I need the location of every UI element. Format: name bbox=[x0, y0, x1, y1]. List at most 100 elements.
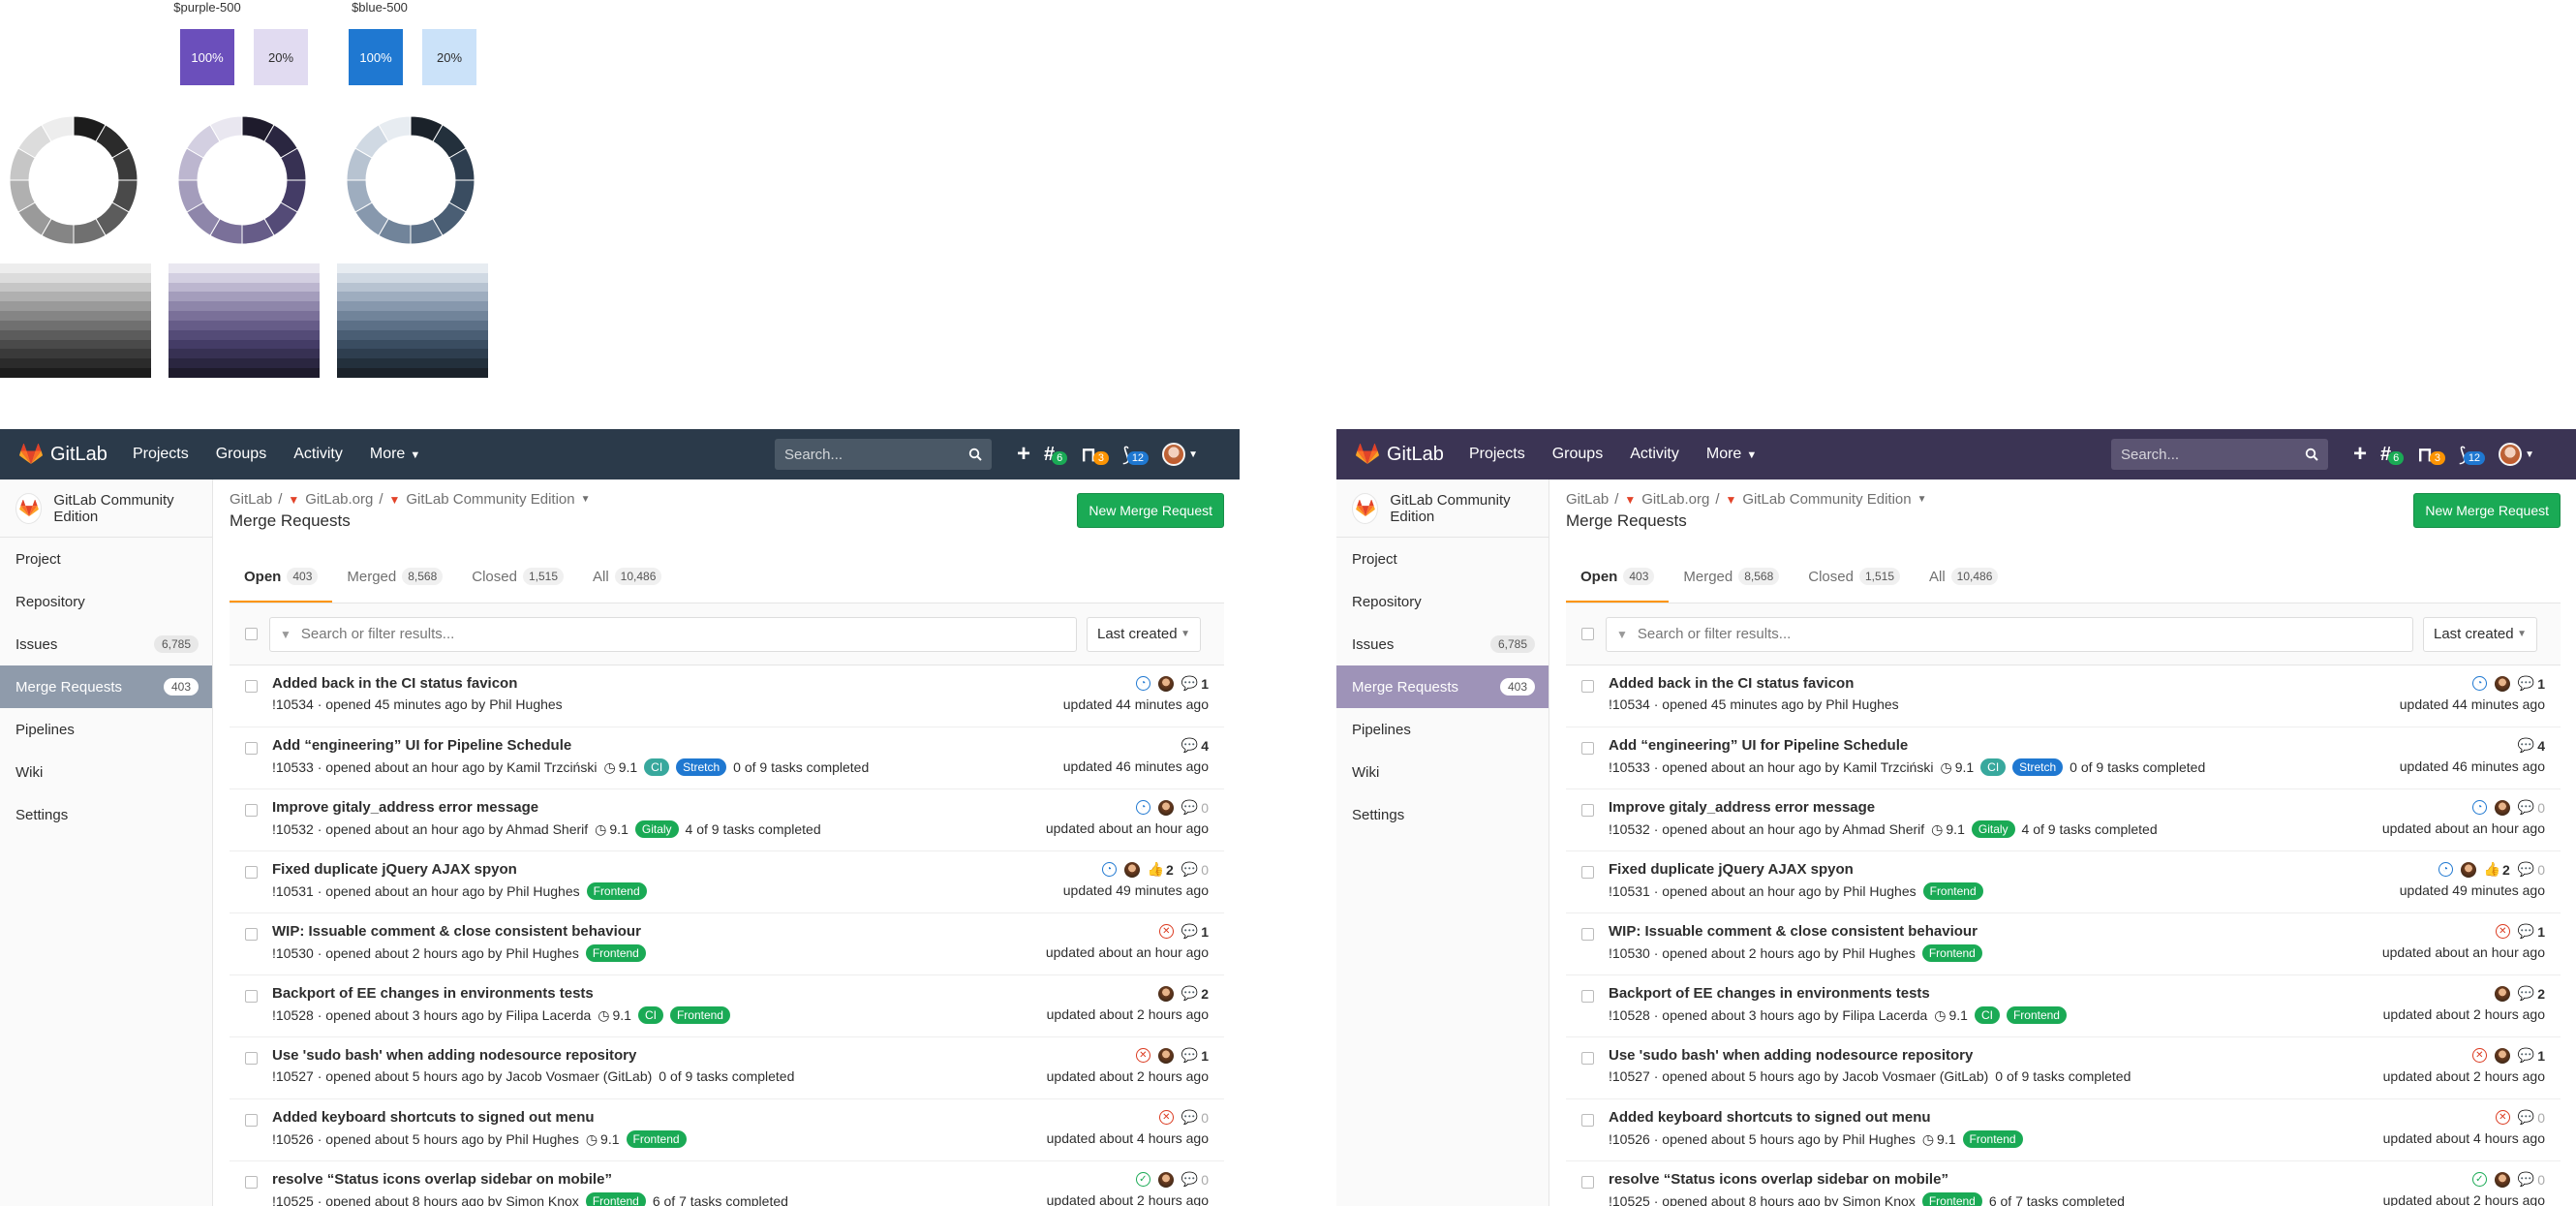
merge-request-title[interactable]: Improve gitaly_address error message bbox=[272, 799, 538, 816]
row-checkbox[interactable] bbox=[245, 742, 258, 755]
merge-request-title[interactable]: Added keyboard shortcuts to signed out m… bbox=[1609, 1109, 1931, 1126]
row-checkbox[interactable] bbox=[245, 1052, 258, 1065]
milestone[interactable]: ◷ 9.1 bbox=[603, 759, 637, 776]
merge-request-author[interactable]: Phil Hughes bbox=[506, 1131, 579, 1147]
row-checkbox[interactable] bbox=[245, 1114, 258, 1127]
merge-request-author[interactable]: Jacob Vosmaer (GitLab) bbox=[506, 1068, 652, 1084]
assignee-avatar[interactable] bbox=[1157, 985, 1174, 1002]
sidebar-item-issues[interactable]: Issues 6,785 bbox=[1336, 623, 1549, 665]
merge-request-row[interactable]: Backport of EE changes in environments t… bbox=[230, 975, 1224, 1037]
breadcrumb-group[interactable]: GitLab.org bbox=[1641, 491, 1709, 508]
label-badge[interactable]: Frontend bbox=[585, 944, 646, 962]
comments[interactable]: 💬 0 bbox=[1181, 1171, 1209, 1188]
sidebar-project-header[interactable]: GitLab Community Edition bbox=[0, 479, 212, 538]
tab-merged[interactable]: Merged 8,568 bbox=[332, 568, 457, 603]
merge-request-row[interactable]: Use 'sudo bash' when adding nodesource r… bbox=[1566, 1037, 2561, 1099]
comments[interactable]: 💬 0 bbox=[2518, 1171, 2545, 1188]
sidebar-item-merge-requests[interactable]: Merge Requests 403 bbox=[1336, 665, 1549, 708]
merge-request-author[interactable]: Phil Hughes bbox=[1843, 883, 1917, 899]
merge-request-author[interactable]: Phil Hughes bbox=[506, 883, 580, 899]
sidebar-item-settings[interactable]: Settings bbox=[1336, 793, 1549, 836]
merge-request-row[interactable]: Improve gitaly_address error message !105… bbox=[230, 789, 1224, 851]
merge-request-title[interactable]: Added keyboard shortcuts to signed out m… bbox=[272, 1109, 595, 1126]
merge-request-row[interactable]: resolve “Status icons overlap sidebar on… bbox=[1566, 1161, 2561, 1206]
nav-activity[interactable]: Activity bbox=[293, 446, 343, 463]
comments[interactable]: 💬 0 bbox=[1181, 799, 1209, 816]
merge-request-author[interactable]: Ahmad Sherif bbox=[1842, 821, 1924, 837]
comments[interactable]: 💬 0 bbox=[1181, 1109, 1209, 1126]
row-checkbox[interactable] bbox=[245, 928, 258, 941]
new-merge-request-button[interactable]: New Merge Request bbox=[2413, 493, 2561, 528]
comments[interactable]: 💬 4 bbox=[2518, 737, 2545, 754]
nav-activity[interactable]: Activity bbox=[1630, 446, 1679, 463]
label-badge[interactable]: Stretch bbox=[2012, 758, 2064, 776]
comments[interactable]: 💬 0 bbox=[1181, 861, 1209, 878]
merge-request-author[interactable]: Phil Hughes bbox=[1842, 945, 1916, 961]
issues-link[interactable]: ⊓ 3 bbox=[2417, 443, 2445, 467]
merge-requests-link[interactable]: ⟆ 12 bbox=[1122, 443, 1150, 467]
sidebar-item-wiki[interactable]: Wiki bbox=[1336, 751, 1549, 793]
chevron-down-icon[interactable]: ▼ bbox=[581, 494, 591, 505]
assignee-avatar[interactable] bbox=[1157, 1047, 1174, 1064]
assignee-avatar[interactable] bbox=[2460, 861, 2476, 878]
row-checkbox[interactable] bbox=[1581, 1176, 1594, 1189]
label-badge[interactable]: CI bbox=[1974, 1006, 2000, 1024]
comments[interactable]: 💬 1 bbox=[1181, 675, 1209, 692]
nav-more[interactable]: More ▼ bbox=[370, 446, 420, 463]
merge-request-title[interactable]: Added back in the CI status favicon bbox=[1609, 675, 1854, 692]
pipeline-failed-icon[interactable]: ✕ bbox=[2471, 1048, 2487, 1063]
comments[interactable]: 💬 1 bbox=[1181, 923, 1209, 940]
plus-icon[interactable]: + bbox=[1017, 441, 1030, 468]
merge-request-author[interactable]: Filipa Lacerda bbox=[1842, 1007, 1927, 1023]
label-badge[interactable]: Frontend bbox=[2006, 1006, 2067, 1024]
pipeline-running-icon[interactable]: ◔ bbox=[2471, 800, 2487, 815]
label-badge[interactable]: CI bbox=[637, 1006, 663, 1024]
merge-request-title[interactable]: Add “engineering” UI for Pipeline Schedu… bbox=[1609, 737, 1908, 754]
milestone[interactable]: ◷ 9.1 bbox=[586, 1131, 620, 1148]
row-checkbox[interactable] bbox=[1581, 804, 1594, 817]
merge-request-title[interactable]: Add “engineering” UI for Pipeline Schedu… bbox=[272, 737, 571, 754]
row-checkbox[interactable] bbox=[1581, 866, 1594, 879]
sidebar-item-issues[interactable]: Issues 6,785 bbox=[0, 623, 212, 665]
sidebar-item-pipelines[interactable]: Pipelines bbox=[1336, 708, 1549, 751]
gitlab-logo[interactable]: GitLab bbox=[1356, 444, 1444, 466]
merge-request-row[interactable]: resolve “Status icons overlap sidebar on… bbox=[230, 1161, 1224, 1206]
merge-request-row[interactable]: WIP: Issuable comment & close consistent… bbox=[1566, 913, 2561, 975]
tab-all[interactable]: All 10,486 bbox=[1915, 568, 2012, 603]
pipeline-running-icon[interactable]: ◔ bbox=[1135, 676, 1150, 691]
milestone[interactable]: ◷ 9.1 bbox=[595, 821, 629, 838]
sidebar-item-project[interactable]: Project bbox=[1336, 538, 1549, 580]
new-merge-request-button[interactable]: New Merge Request bbox=[1077, 493, 1224, 528]
assignee-avatar[interactable] bbox=[1157, 675, 1174, 692]
sidebar-item-wiki[interactable]: Wiki bbox=[0, 751, 212, 793]
merge-request-title[interactable]: Backport of EE changes in environments t… bbox=[1609, 985, 1930, 1002]
merge-request-title[interactable]: resolve “Status icons overlap sidebar on… bbox=[272, 1171, 612, 1188]
merge-request-title[interactable]: Fixed duplicate jQuery AJAX spyon bbox=[1609, 861, 1854, 878]
search-input[interactable]: Search... bbox=[775, 439, 992, 470]
merge-request-row[interactable]: Added back in the CI status favicon !1053… bbox=[1566, 665, 2561, 727]
comments[interactable]: 💬 0 bbox=[2518, 861, 2545, 878]
row-checkbox[interactable] bbox=[1581, 928, 1594, 941]
row-checkbox[interactable] bbox=[1581, 742, 1594, 755]
merge-request-title[interactable]: Use 'sudo bash' when adding nodesource r… bbox=[1609, 1047, 1973, 1064]
tab-merged[interactable]: Merged 8,568 bbox=[1669, 568, 1794, 603]
label-badge[interactable]: Frontend bbox=[1922, 882, 1983, 900]
comments[interactable]: 💬 1 bbox=[2518, 1047, 2545, 1064]
label-badge[interactable]: Gitaly bbox=[1971, 820, 2015, 838]
todos-link[interactable]: #6 bbox=[1044, 444, 1068, 466]
pipeline-running-icon[interactable]: ◔ bbox=[1101, 862, 1117, 877]
merge-request-author[interactable]: Phil Hughes bbox=[506, 945, 579, 961]
tab-all[interactable]: All 10,486 bbox=[578, 568, 676, 603]
row-checkbox[interactable] bbox=[245, 680, 258, 693]
label-badge[interactable]: Stretch bbox=[676, 758, 727, 776]
assignee-avatar[interactable] bbox=[2494, 985, 2510, 1002]
label-badge[interactable]: Frontend bbox=[1921, 1192, 1982, 1206]
breadcrumb-project[interactable]: GitLab Community Edition bbox=[1742, 491, 1911, 508]
comments[interactable]: 💬 2 bbox=[2518, 985, 2545, 1002]
row-checkbox[interactable] bbox=[245, 804, 258, 817]
assignee-avatar[interactable] bbox=[2494, 799, 2510, 816]
row-checkbox[interactable] bbox=[1581, 680, 1594, 693]
plus-icon[interactable]: + bbox=[2353, 441, 2367, 468]
nav-projects[interactable]: Projects bbox=[1469, 446, 1525, 463]
sort-dropdown[interactable]: Last created ▼ bbox=[1087, 616, 1201, 652]
